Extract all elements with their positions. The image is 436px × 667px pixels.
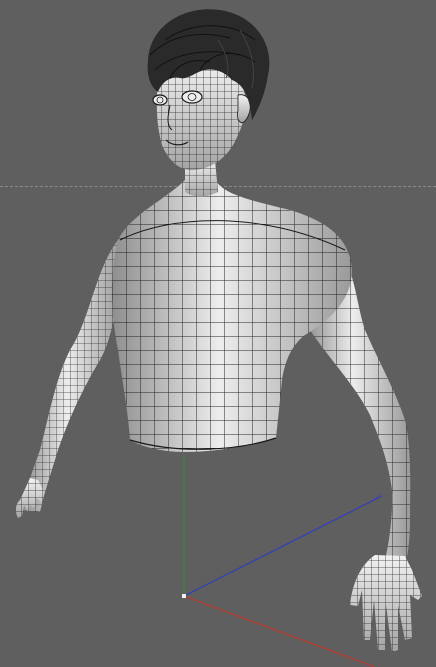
left-hand[interactable] <box>16 478 44 518</box>
z-axis-label: ⟋ <box>374 493 381 503</box>
scene-canvas: ⟋ <box>16 9 422 667</box>
z-axis-line <box>183 495 383 597</box>
left-arm[interactable] <box>22 240 122 512</box>
right-eye <box>181 90 203 104</box>
torso[interactable] <box>111 180 352 452</box>
3d-viewport[interactable]: ⟋ <box>0 0 436 667</box>
x-axis-line <box>183 595 376 667</box>
origin-marker[interactable] <box>182 594 186 598</box>
left-eye <box>152 94 168 106</box>
transform-gizmo[interactable]: ⟋ <box>182 455 383 667</box>
right-hand[interactable] <box>350 555 422 652</box>
